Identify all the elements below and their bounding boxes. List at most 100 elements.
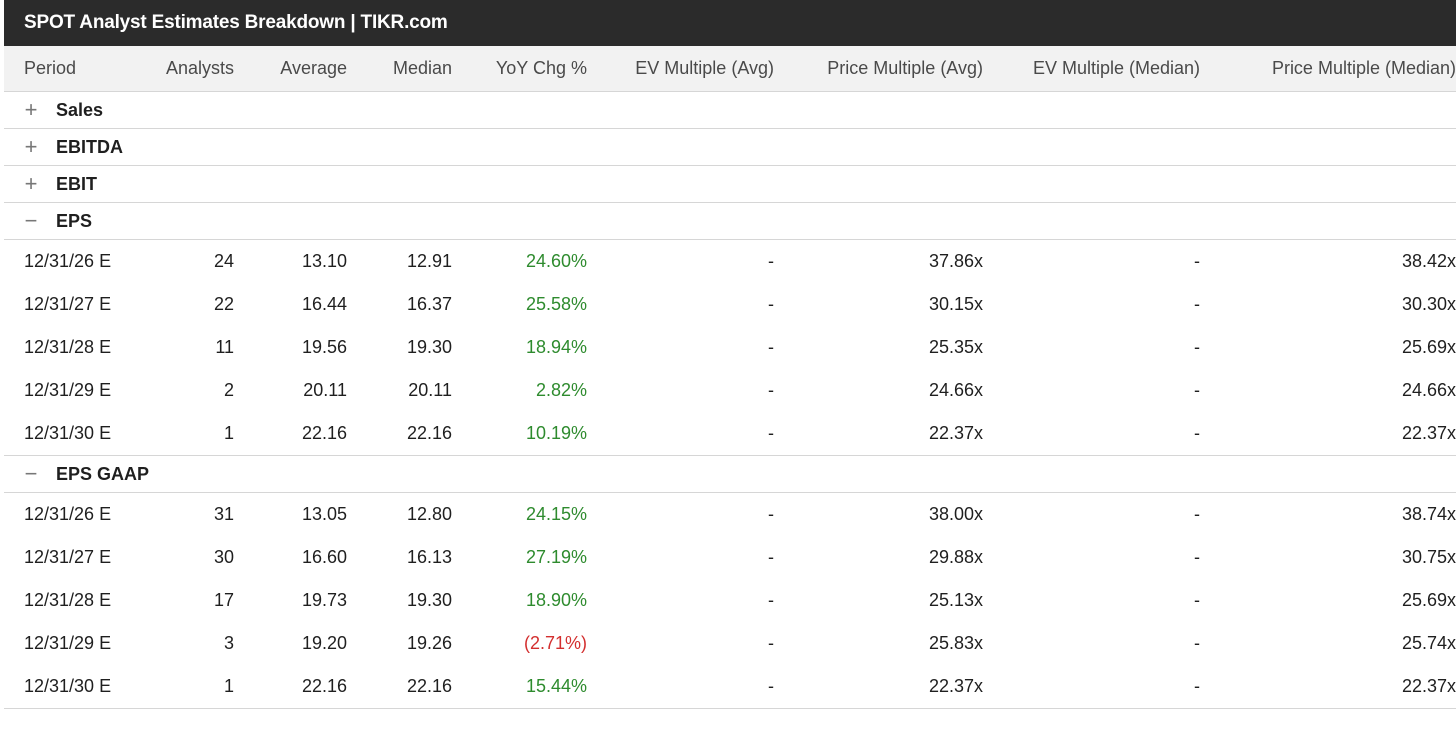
plus-icon[interactable]: +: [24, 173, 38, 195]
table-row: 12/31/27 E 22 16.44 16.37 25.58% - 30.15x - 30.3…: [4, 283, 1456, 326]
section-header-sales[interactable]: + Sales: [4, 92, 1456, 129]
cell-ev-multiple-median: -: [1194, 380, 1200, 400]
cell-analysts: 2: [223, 380, 234, 400]
cell-yoy-chg: 10.19%: [525, 423, 587, 443]
cell-ev-multiple-median: -: [1194, 547, 1200, 567]
cell-price-multiple-avg: 37.86x: [928, 251, 983, 271]
cell-ev-multiple-avg: -: [768, 633, 774, 653]
cell-average: 19.20: [301, 633, 347, 653]
cell-average: 13.10: [301, 251, 347, 271]
cell-ev-multiple-median: -: [1194, 337, 1200, 357]
table-row: 12/31/26 E 24 13.10 12.91 24.60% - 37.86x - 38.4…: [4, 240, 1456, 283]
cell-median: 12.91: [406, 251, 452, 271]
cell-ev-multiple-median: -: [1194, 676, 1200, 696]
cell-average: 19.73: [301, 590, 347, 610]
cell-analysts: 1: [223, 423, 234, 443]
cell-period: 12/31/27 E: [24, 294, 112, 314]
plus-icon[interactable]: +: [24, 136, 38, 158]
section-label: EPS: [56, 210, 93, 231]
cell-ev-multiple-median: -: [1194, 633, 1200, 653]
cell-ev-multiple-median: -: [1194, 423, 1200, 443]
cell-price-multiple-median: 25.69x: [1401, 337, 1456, 357]
cell-ev-multiple-avg: -: [768, 676, 774, 696]
section-header-ebitda[interactable]: + EBITDA: [4, 129, 1456, 166]
cell-period: 12/31/30 E: [24, 676, 112, 696]
column-header-median[interactable]: Median: [347, 46, 452, 91]
cell-median: 19.26: [406, 633, 452, 653]
minus-icon[interactable]: −: [24, 210, 38, 232]
table-row: 12/31/29 E 3 19.20 19.26 (2.71%) - 25.83x - 25.7…: [4, 622, 1456, 665]
table-header: Period Analysts Average Median YoY Chg %…: [4, 46, 1456, 92]
cell-period: 12/31/28 E: [24, 590, 112, 610]
cell-yoy-chg: 24.15%: [525, 504, 587, 524]
cell-ev-multiple-avg: -: [768, 590, 774, 610]
cell-price-multiple-avg: 30.15x: [928, 294, 983, 314]
cell-price-multiple-median: 30.30x: [1401, 294, 1456, 314]
cell-ev-multiple-median: -: [1194, 251, 1200, 271]
cell-period: 12/31/30 E: [24, 423, 112, 443]
cell-ev-multiple-median: -: [1194, 294, 1200, 314]
plus-icon[interactable]: +: [24, 99, 38, 121]
cell-price-multiple-median: 22.37x: [1401, 676, 1456, 696]
cell-period: 12/31/26 E: [24, 504, 112, 524]
cell-yoy-chg: 25.58%: [525, 294, 587, 314]
column-header-average[interactable]: Average: [234, 46, 347, 91]
column-header-analysts[interactable]: Analysts: [119, 46, 234, 91]
cell-average: 22.16: [301, 423, 347, 443]
cell-ev-multiple-avg: -: [768, 423, 774, 443]
cell-average: 22.16: [301, 676, 347, 696]
column-header-ev-multiple-median[interactable]: EV Multiple (Median): [983, 46, 1200, 91]
cell-period: 12/31/28 E: [24, 337, 112, 357]
minus-icon[interactable]: −: [24, 463, 38, 485]
cell-period: 12/31/27 E: [24, 547, 112, 567]
cell-median: 20.11: [408, 380, 452, 400]
cell-price-multiple-avg: 25.83x: [928, 633, 983, 653]
cell-yoy-chg: (2.71%): [523, 633, 587, 653]
cell-price-multiple-median: 38.42x: [1401, 251, 1456, 271]
column-header-yoy-chg[interactable]: YoY Chg %: [452, 46, 587, 91]
cell-average: 19.56: [301, 337, 347, 357]
cell-average: 16.44: [301, 294, 347, 314]
section-label: EBIT: [56, 173, 98, 194]
cell-yoy-chg: 27.19%: [525, 547, 587, 567]
cell-ev-multiple-median: -: [1194, 590, 1200, 610]
table-row: 12/31/27 E 30 16.60 16.13 27.19% - 29.88x - 30.7…: [4, 536, 1456, 579]
cell-price-multiple-median: 25.74x: [1401, 633, 1456, 653]
cell-price-multiple-median: 38.74x: [1401, 504, 1456, 524]
cell-price-multiple-median: 30.75x: [1401, 547, 1456, 567]
cell-ev-multiple-median: -: [1194, 504, 1200, 524]
cell-analysts: 11: [215, 337, 234, 357]
cell-average: 13.05: [301, 504, 347, 524]
column-header-period[interactable]: Period: [4, 46, 119, 91]
cell-price-multiple-avg: 25.35x: [928, 337, 983, 357]
cell-analysts: 3: [223, 633, 234, 653]
cell-analysts: 24: [213, 251, 234, 271]
cell-yoy-chg: 24.60%: [525, 251, 587, 271]
column-header-price-multiple-avg[interactable]: Price Multiple (Avg): [774, 46, 983, 91]
cell-price-multiple-avg: 38.00x: [928, 504, 983, 524]
cell-price-multiple-median: 25.69x: [1401, 590, 1456, 610]
cell-price-multiple-avg: 29.88x: [928, 547, 983, 567]
section-label: EPS GAAP: [56, 463, 150, 484]
cell-yoy-chg: 2.82%: [535, 380, 587, 400]
cell-ev-multiple-avg: -: [768, 337, 774, 357]
cell-price-multiple-avg: 22.37x: [928, 423, 983, 443]
table-row: 12/31/30 E 1 22.16 22.16 15.44% - 22.37x - 22.37…: [4, 665, 1456, 708]
cell-median: 22.16: [406, 676, 452, 696]
cell-price-multiple-avg: 24.66x: [928, 380, 983, 400]
cell-ev-multiple-avg: -: [768, 504, 774, 524]
cell-analysts: 31: [213, 504, 234, 524]
cell-analysts: 1: [223, 676, 234, 696]
section-rows: 12/31/26 E 24 13.10 12.91 24.60% - 37.86x - 38.4…: [4, 240, 1456, 456]
section-header-ebit[interactable]: + EBIT: [4, 166, 1456, 203]
section-label: Sales: [56, 99, 104, 120]
column-header-ev-multiple-avg[interactable]: EV Multiple (Avg): [587, 46, 774, 91]
cell-median: 19.30: [406, 590, 452, 610]
cell-median: 12.80: [406, 504, 452, 524]
cell-ev-multiple-avg: -: [768, 294, 774, 314]
section-header-eps-gaap[interactable]: − EPS GAAP: [4, 456, 1456, 493]
cell-yoy-chg: 18.90%: [525, 590, 587, 610]
sections-container: + Sales + EBITDA + EBIT − EPS 12/31/26 E 24 13.10 1…: [4, 92, 1456, 709]
column-header-price-multiple-median[interactable]: Price Multiple (Median): [1200, 46, 1456, 91]
section-header-eps[interactable]: − EPS: [4, 203, 1456, 240]
